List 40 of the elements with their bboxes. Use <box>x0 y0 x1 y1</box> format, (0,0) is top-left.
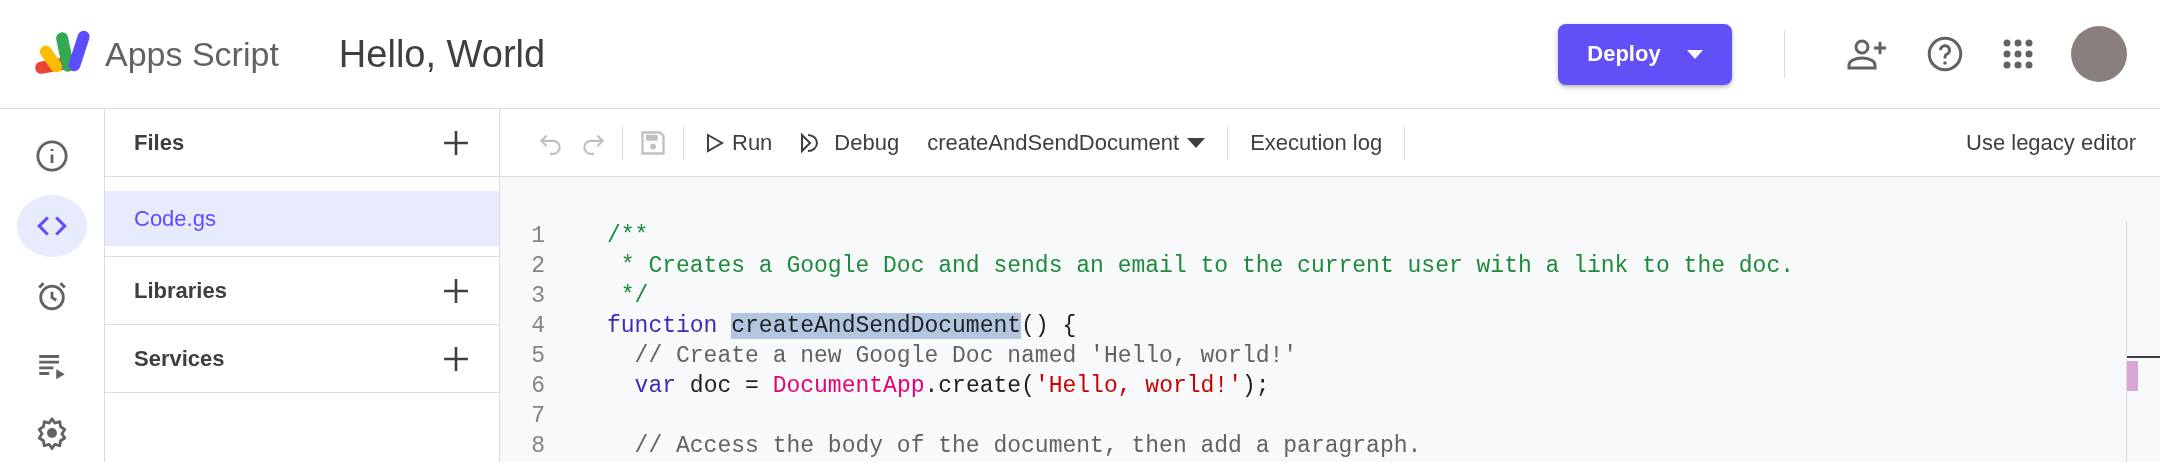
code-line: // Create a new Google Doc named 'Hello, world!' <box>633 343 1298 369</box>
line-number: 6 <box>530 373 545 399</box>
caret-icon <box>1187 137 1206 148</box>
code-editor[interactable] <box>500 177 2160 462</box>
line-number: 7 <box>530 403 545 429</box>
code-line: // Access the body of the document, then add a paragraph. <box>633 433 1422 459</box>
code-line: /** <box>607 223 649 249</box>
line-number: 2 <box>530 253 545 279</box>
section-title: Libraries <box>134 277 227 304</box>
function-dropdown[interactable]: createAndSendDocument <box>913 129 1220 156</box>
line-number: 8 <box>530 433 545 459</box>
add-person-icon[interactable] <box>1847 38 1887 70</box>
debug-button[interactable]: Debug <box>786 129 914 156</box>
section-title: Services <box>134 345 225 372</box>
avatar[interactable] <box>2071 26 2127 82</box>
apps-grid-icon[interactable] <box>2003 39 2033 69</box>
run-button[interactable]: Run <box>692 129 787 156</box>
app-name: Apps Script <box>105 34 279 74</box>
add-icon[interactable] <box>443 129 469 156</box>
play-icon <box>706 132 724 153</box>
help-icon[interactable] <box>1927 36 1963 72</box>
section-title: Files <box>134 129 185 156</box>
project-title[interactable]: Hello, World <box>338 32 546 76</box>
caret-icon <box>1686 49 1703 59</box>
code-line: var doc = DocumentApp.create('Hello, world!'); <box>633 373 1270 399</box>
code-line: * Creates a Google Doc and sends an email to the current user with a link to the doc. <box>619 253 1794 279</box>
execution-log-button[interactable]: Execution log <box>1236 129 1397 156</box>
deploy-button[interactable]: Deploy <box>1558 23 1732 85</box>
line-number: 3 <box>530 283 545 309</box>
add-icon[interactable] <box>443 277 469 304</box>
line-number: 4 <box>530 313 545 339</box>
info-icon <box>35 139 69 174</box>
file-item[interactable]: Code.gs <box>105 191 499 246</box>
settings-icon <box>35 415 69 450</box>
legacy-editor-link[interactable]: Use legacy editor <box>1952 129 2150 156</box>
code-line: function createAndSendDocument() { <box>607 313 1077 339</box>
add-icon[interactable] <box>443 345 469 372</box>
line-number: 1 <box>530 223 545 249</box>
line-number: 5 <box>530 343 545 369</box>
code-line: */ <box>619 283 649 309</box>
